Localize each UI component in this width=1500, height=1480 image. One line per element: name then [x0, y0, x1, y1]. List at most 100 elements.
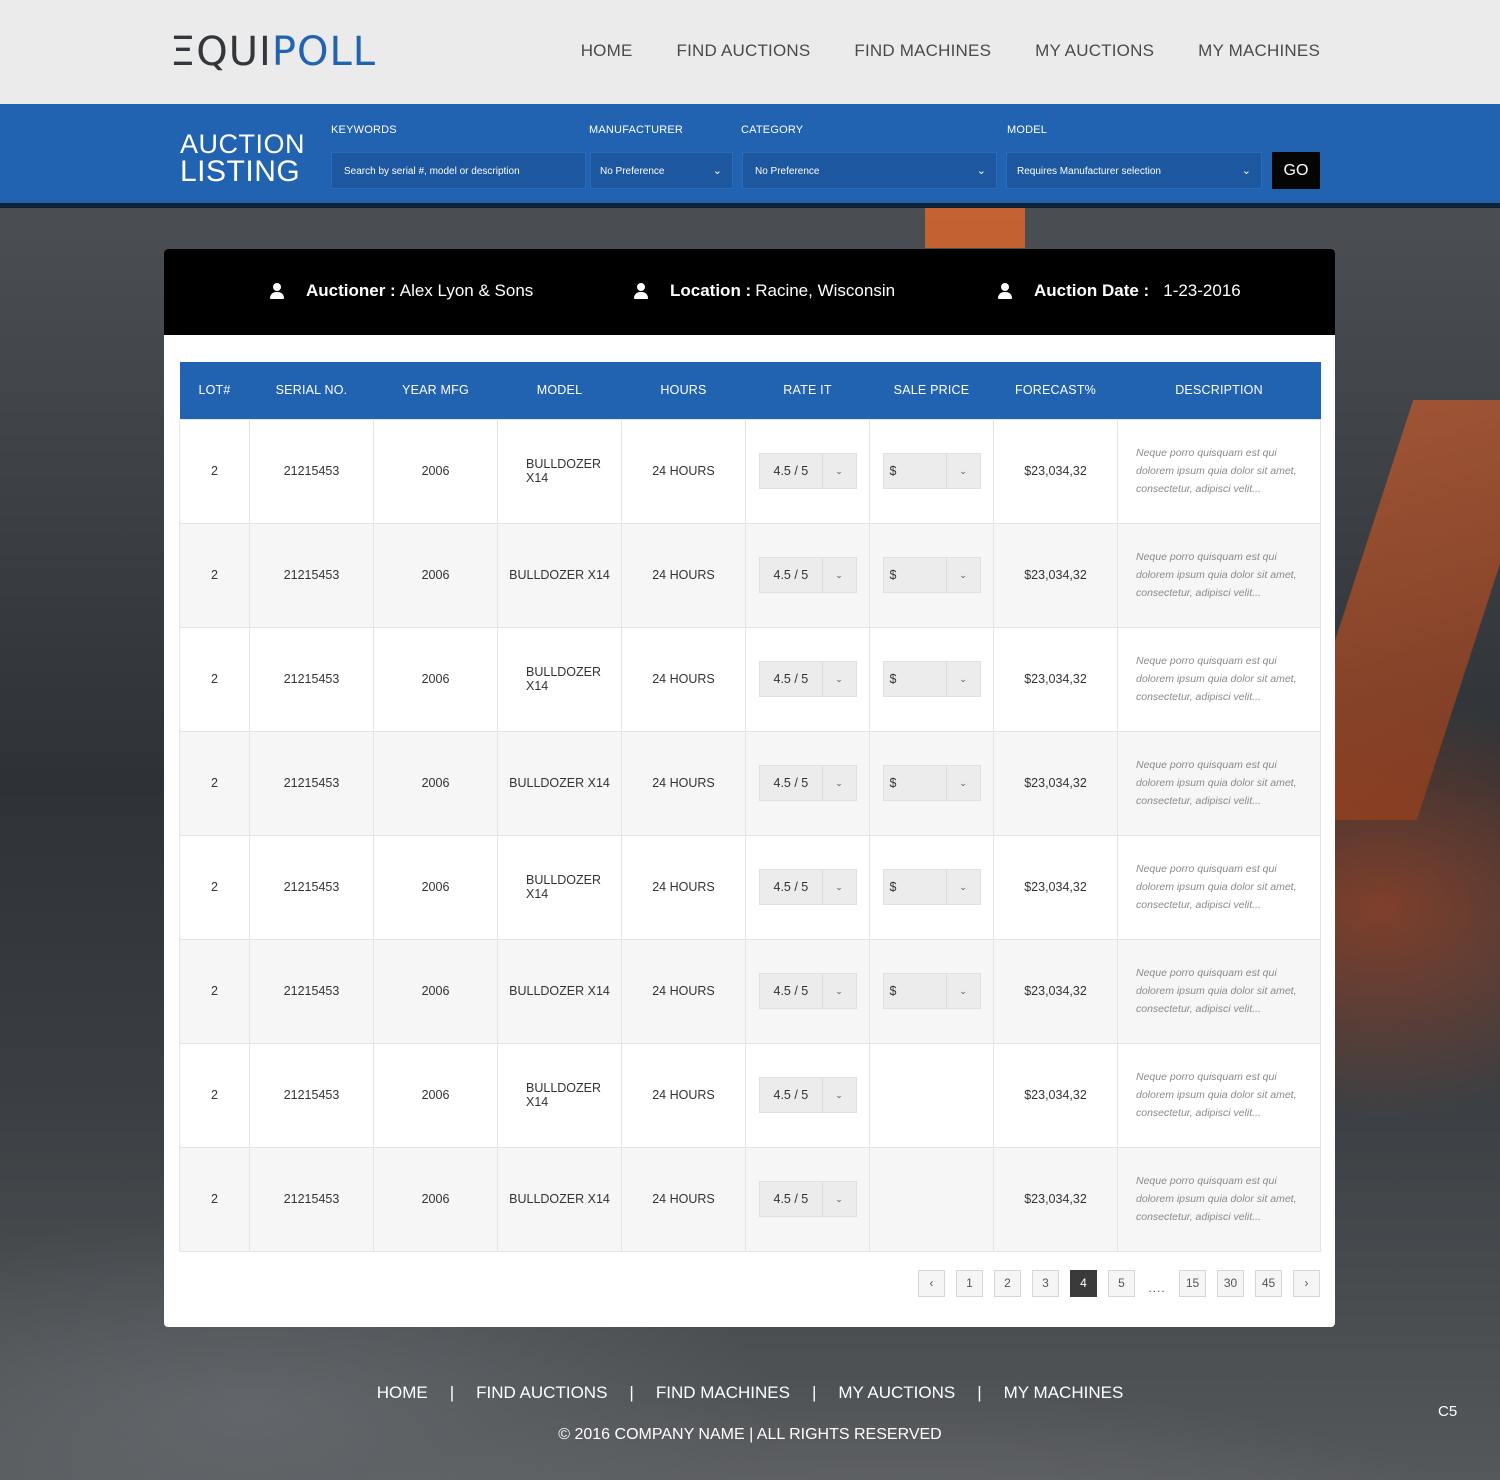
rate-select[interactable]: 4.5 / 5 ⌄ — [758, 453, 857, 489]
page-2[interactable]: 2 — [994, 1270, 1021, 1297]
model-select[interactable]: Requires Manufacturer selection ⌄ — [1006, 152, 1262, 189]
rate-select[interactable]: 4.5 / 5 ⌄ — [758, 661, 857, 697]
col-rate[interactable]: RATE IT — [745, 362, 870, 419]
sale-price-cell: $ ⌄ — [869, 938, 994, 1044]
chevron-down-icon: ⌄ — [821, 870, 856, 904]
col-lot[interactable]: LOT# — [179, 362, 250, 419]
page-4-active[interactable]: 4 — [1070, 1270, 1097, 1297]
sale-price-select[interactable]: $ ⌄ — [882, 557, 981, 593]
col-description[interactable]: DESCRIPTION — [1117, 362, 1321, 419]
chevron-left-icon[interactable]: ‹ — [918, 1270, 945, 1297]
keywords-input[interactable]: Search by serial #, model or description — [331, 152, 586, 189]
page-15[interactable]: 15 — [1179, 1270, 1206, 1297]
chevron-down-icon: ⌄ — [821, 454, 856, 488]
rate-select[interactable]: 4.5 / 5 ⌄ — [758, 869, 857, 905]
chevron-down-icon: ⌄ — [945, 766, 980, 800]
nav-my-auctions[interactable]: MY AUCTIONS — [1035, 40, 1154, 62]
hours-cell: 24 HOURS — [621, 522, 746, 628]
forecast-cell: $23,034,32 — [993, 730, 1118, 836]
model-value: Requires Manufacturer selection — [1017, 166, 1161, 177]
serial-cell: 21215453 — [249, 626, 374, 732]
rate-select[interactable]: 4.5 / 5 ⌄ — [758, 557, 857, 593]
rate-value: 4.5 / 5 — [773, 1088, 809, 1102]
sale-price-value: $ — [889, 776, 897, 790]
nav-my-machines[interactable]: MY MACHINES — [1198, 40, 1320, 62]
year-cell: 2006 — [373, 1146, 498, 1252]
col-hours[interactable]: HOURS — [621, 362, 746, 419]
col-model[interactable]: MODEL — [497, 362, 622, 419]
sale-price-select[interactable]: $ ⌄ — [882, 453, 981, 489]
col-serial[interactable]: SERIAL NO. — [249, 362, 374, 419]
nav-find-machines[interactable]: FIND MACHINES — [854, 40, 991, 62]
col-year[interactable]: YEAR MFG — [373, 362, 498, 419]
table-row: 2 21215453 2006 BULLDOZER X14 24 HOURS 4.5 / … — [179, 730, 1321, 836]
sale-price-select[interactable]: $ ⌄ — [882, 661, 981, 697]
page-5[interactable]: 5 — [1108, 1270, 1135, 1297]
rate-cell: 4.5 / 5 ⌄ — [745, 1042, 870, 1148]
auction-date-info: Auction Date : 1-23-2016 — [998, 281, 1241, 301]
lot-cell: 2 — [179, 834, 250, 940]
rate-select[interactable]: 4.5 / 5 ⌄ — [758, 1181, 857, 1217]
table-row: 2 21215453 2006 BULLDOZER X14 24 HOURS 4.5 / … — [179, 522, 1321, 628]
chevron-down-icon: ⌄ — [945, 974, 980, 1008]
sale-price-cell — [869, 1042, 994, 1148]
col-forecast[interactable]: FORECAST% — [993, 362, 1118, 419]
rate-select[interactable]: 4.5 / 5 ⌄ — [758, 973, 857, 1009]
footer-nav-find-auctions[interactable]: FIND AUCTIONS — [476, 1383, 607, 1402]
user-icon — [270, 283, 284, 299]
sale-price-cell: $ ⌄ — [869, 834, 994, 940]
auction-date-value: 1-23-2016 — [1163, 281, 1241, 300]
description-cell: Neque porro quisquam est qui dolorem ips… — [1117, 834, 1321, 940]
search-band: AUCTION LISTING KEYWORDS Search by seria… — [0, 104, 1500, 208]
sale-price-select[interactable]: $ ⌄ — [882, 869, 981, 905]
sale-price-value: $ — [889, 464, 897, 478]
sale-price-cell — [869, 1146, 994, 1252]
page-45[interactable]: 45 — [1255, 1270, 1282, 1297]
footer-nav-my-machines[interactable]: MY MACHINES — [1004, 1383, 1124, 1402]
rate-value: 4.5 / 5 — [773, 464, 809, 478]
sale-price-cell: $ ⌄ — [869, 418, 994, 524]
category-select[interactable]: No Preference ⌄ — [742, 152, 997, 189]
page-30[interactable]: 30 — [1217, 1270, 1244, 1297]
footer-nav-my-auctions[interactable]: MY AUCTIONS — [838, 1383, 955, 1402]
keywords-label: KEYWORDS — [331, 124, 397, 136]
forecast-cell: $23,034,32 — [993, 938, 1118, 1044]
serial-cell: 21215453 — [249, 834, 374, 940]
table-header-row: LOT# SERIAL NO. YEAR MFG MODEL HOURS RAT… — [179, 362, 1321, 419]
manufacturer-select[interactable]: No Preference ⌄ — [590, 152, 733, 189]
rate-cell: 4.5 / 5 ⌄ — [745, 938, 870, 1044]
sale-price-value: $ — [889, 984, 897, 998]
hours-cell: 24 HOURS — [621, 418, 746, 524]
page-title-line-2: LISTING — [180, 155, 301, 188]
rate-value: 4.5 / 5 — [773, 1192, 809, 1206]
footer-nav-home[interactable]: HOME — [377, 1383, 428, 1402]
nav-home[interactable]: HOME — [581, 40, 633, 62]
col-sale-price[interactable]: SALE PRICE — [869, 362, 994, 419]
chevron-right-icon[interactable]: › — [1293, 1270, 1320, 1297]
page-3[interactable]: 3 — [1032, 1270, 1059, 1297]
logo[interactable]: ΞQUIPOLL — [170, 30, 376, 74]
rate-select[interactable]: 4.5 / 5 ⌄ — [758, 1077, 857, 1113]
sale-price-select[interactable]: $ ⌄ — [882, 973, 981, 1009]
footer-nav-find-machines[interactable]: FIND MACHINES — [656, 1383, 790, 1402]
auctioneer-label: Auctioner : — [306, 281, 396, 300]
lot-cell: 2 — [179, 730, 250, 836]
model-cell: BULLDOZER X14 — [497, 1146, 622, 1252]
year-cell: 2006 — [373, 938, 498, 1044]
hours-cell: 24 HOURS — [621, 834, 746, 940]
go-button[interactable]: GO — [1272, 152, 1320, 189]
keywords-placeholder: Search by serial #, model or description — [344, 166, 520, 177]
page-1[interactable]: 1 — [956, 1270, 983, 1297]
sale-price-select[interactable]: $ ⌄ — [882, 765, 981, 801]
forecast-cell: $23,034,32 — [993, 418, 1118, 524]
chevron-down-icon: ⌄ — [821, 766, 856, 800]
serial-cell: 21215453 — [249, 1042, 374, 1148]
model-cell: BULLDOZER X14 — [497, 834, 622, 940]
chevron-down-icon: ⌄ — [821, 662, 856, 696]
nav-find-auctions[interactable]: FIND AUCTIONS — [677, 40, 811, 62]
chevron-down-icon: ⌄ — [821, 1078, 856, 1112]
model-cell: BULLDOZER X14 — [497, 730, 622, 836]
location-label: Location : — [670, 281, 752, 300]
rate-cell: 4.5 / 5 ⌄ — [745, 834, 870, 940]
rate-select[interactable]: 4.5 / 5 ⌄ — [758, 765, 857, 801]
